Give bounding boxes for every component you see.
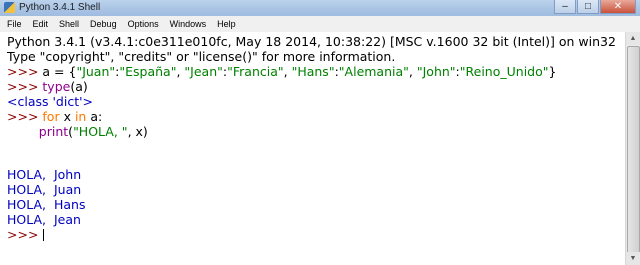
builtin-name: print (38, 124, 69, 139)
string-literal: "Hans" (291, 64, 335, 79)
code-text: , (408, 64, 417, 79)
code-text: (a) (70, 79, 88, 94)
menu-options[interactable]: Options (123, 16, 165, 32)
menu-file[interactable]: File (2, 16, 28, 32)
menu-bar: File Edit Shell Debug Options Windows He… (0, 16, 640, 33)
code-text: } (548, 64, 557, 79)
scroll-down-icon[interactable]: ▼ (626, 252, 640, 265)
code-line-for: >>> for x in a: (7, 109, 102, 124)
code-line-dict: >>> a = {"Juan":"España", "Jean":"Franci… (7, 64, 556, 79)
string-literal: "Jean" (184, 64, 223, 79)
prompt: >>> (7, 64, 43, 79)
string-literal: "Juan" (76, 64, 116, 79)
string-literal: "España" (119, 64, 177, 79)
window-title: Python 3.4.1 Shell (19, 2, 101, 13)
minimize-button[interactable]: ‒ (554, 0, 576, 14)
output-line-class: <class 'dict'> (7, 94, 94, 109)
code-line-type: >>> type(a) (7, 79, 88, 94)
prompt: >>> (7, 227, 43, 242)
menu-debug[interactable]: Debug (85, 16, 123, 32)
banner-info-line: Type "copyright", "credits" or "license(… (7, 49, 396, 64)
banner-line: Python 3.4.1 (v3.4.1:c0e311e010fc, May 1… (7, 34, 616, 49)
scroll-up-icon[interactable]: ▲ (626, 32, 640, 45)
window-controls: ‒ □ ✕ (553, 0, 636, 15)
maximize-button[interactable]: □ (577, 0, 599, 14)
shell-text-area[interactable]: Python 3.4.1 (v3.4.1:c0e311e010fc, May 1… (0, 32, 626, 265)
prompt: >>> (7, 79, 43, 94)
menu-shell[interactable]: Shell (54, 16, 85, 32)
prompt: >>> (7, 109, 43, 124)
output-line: HOLA, John (7, 167, 82, 182)
string-literal: "HOLA, " (73, 124, 128, 139)
text-cursor (43, 229, 45, 241)
menu-windows[interactable]: Windows (165, 16, 213, 32)
code-text: a = { (42, 64, 77, 79)
python-app-icon (4, 2, 15, 13)
string-literal: "Francia" (227, 64, 284, 79)
code-text: a: (86, 109, 103, 124)
menu-help[interactable]: Help (212, 16, 242, 32)
output-line: HOLA, Hans (7, 197, 86, 212)
input-line[interactable]: >>> (7, 227, 45, 242)
menu-edit[interactable]: Edit (28, 16, 55, 32)
keyword: for (42, 109, 60, 124)
keyword: in (74, 109, 87, 124)
title-bar[interactable]: Python 3.4.1 Shell ‒ □ ✕ (0, 0, 640, 17)
string-literal: "Alemania" (338, 64, 409, 79)
builtin-name: type (42, 79, 71, 94)
output-line: HOLA, Jean (7, 212, 81, 227)
code-line-print: print("HOLA, ", x) (7, 124, 148, 139)
vertical-scrollbar[interactable]: ▲ ▼ (625, 32, 640, 265)
string-literal: "John" (416, 64, 456, 79)
string-literal: "Reino_Unido" (459, 64, 549, 79)
code-text: x (59, 109, 75, 124)
output-line: HOLA, Juan (7, 182, 82, 197)
close-button[interactable]: ✕ (600, 0, 636, 14)
scroll-thumb[interactable] (627, 46, 640, 253)
code-text: , x) (127, 124, 148, 139)
code-text: , (283, 64, 292, 79)
